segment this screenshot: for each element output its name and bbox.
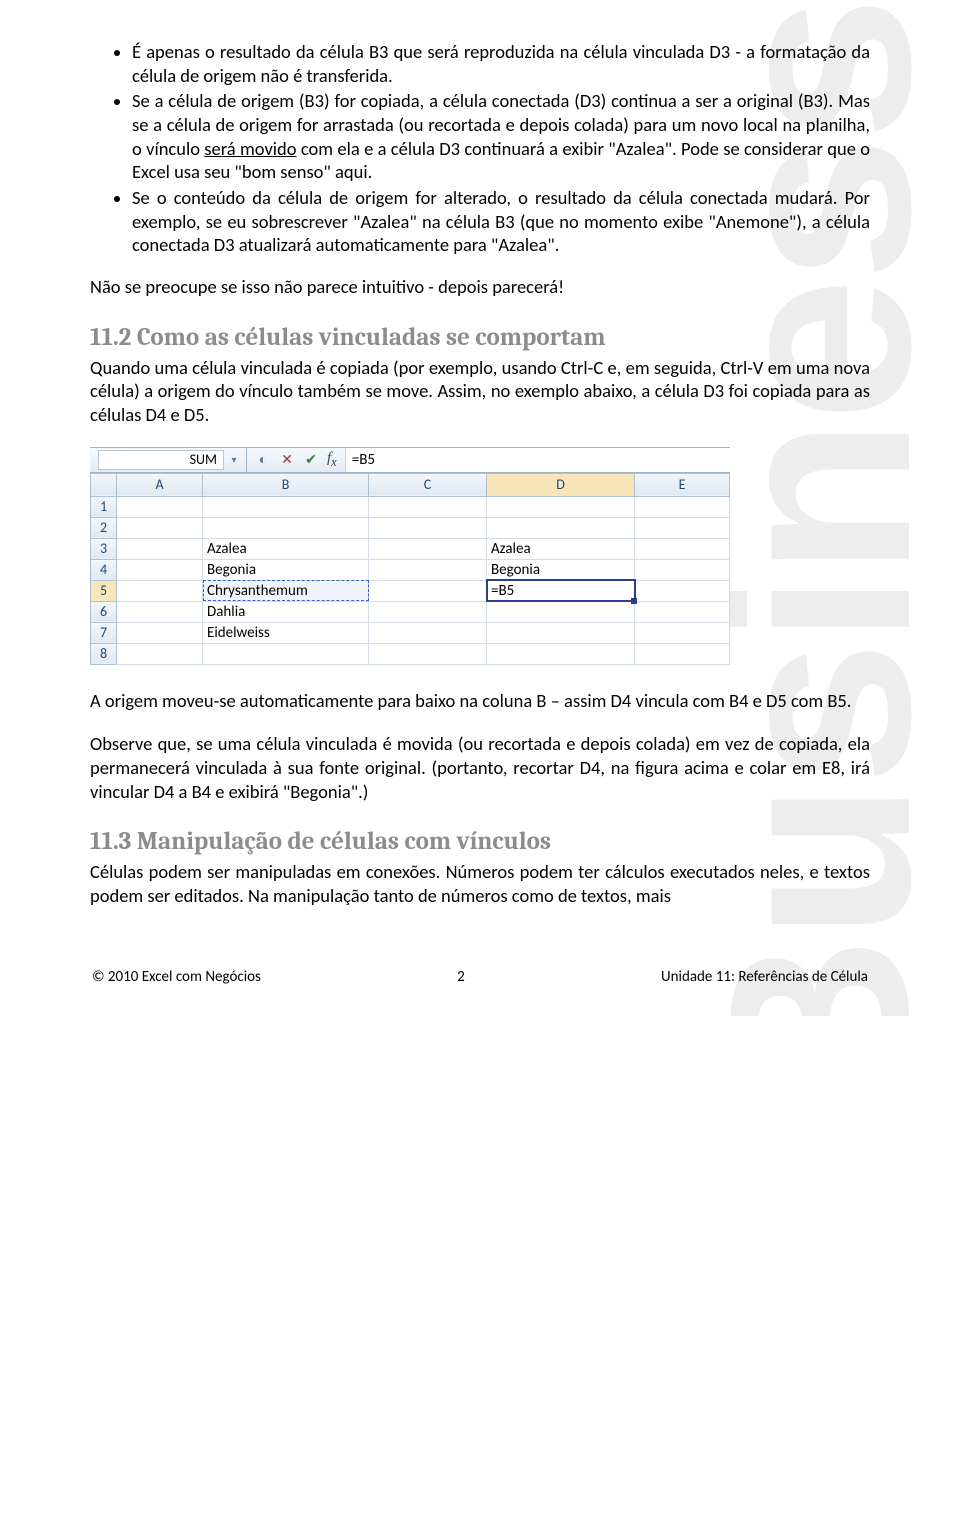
cell[interactable] bbox=[487, 622, 635, 643]
cell[interactable] bbox=[487, 496, 635, 517]
cell[interactable] bbox=[635, 601, 730, 622]
fx-icon[interactable]: fx bbox=[327, 450, 337, 470]
formula-bar[interactable]: =B5 bbox=[345, 448, 730, 472]
row-header[interactable]: 8 bbox=[91, 643, 117, 664]
col-header[interactable]: B bbox=[203, 473, 369, 496]
select-all-corner[interactable] bbox=[91, 473, 117, 496]
bullet-item: Se o conteúdo da célula de origem for al… bbox=[132, 186, 870, 257]
bullet-text: Se o conteúdo da célula de origem for al… bbox=[132, 186, 870, 256]
row-header[interactable]: 3 bbox=[91, 538, 117, 559]
cell[interactable]: Begonia bbox=[487, 559, 635, 580]
cell[interactable] bbox=[369, 517, 487, 538]
page-content: É apenas o resultado da célula B3 que se… bbox=[0, 0, 960, 1016]
cell[interactable] bbox=[487, 643, 635, 664]
col-header[interactable]: A bbox=[117, 473, 203, 496]
col-header[interactable]: C bbox=[369, 473, 487, 496]
bullet-text: É apenas o resultado da célula B3 que se… bbox=[132, 40, 870, 87]
footer-center: 2 bbox=[457, 968, 465, 986]
col-header[interactable]: E bbox=[635, 473, 730, 496]
cell-referenced[interactable]: Chrysanthemum bbox=[203, 580, 369, 601]
cell[interactable] bbox=[635, 517, 730, 538]
cell[interactable] bbox=[117, 580, 203, 601]
cell[interactable] bbox=[369, 496, 487, 517]
row-header[interactable]: 7 bbox=[91, 622, 117, 643]
cell[interactable]: Azalea bbox=[487, 538, 635, 559]
cell[interactable] bbox=[117, 622, 203, 643]
bullet-item: É apenas o resultado da célula B3 que se… bbox=[132, 40, 870, 87]
cell[interactable] bbox=[635, 580, 730, 601]
bullet-list: É apenas o resultado da célula B3 que se… bbox=[90, 40, 870, 257]
cell[interactable] bbox=[635, 496, 730, 517]
page-footer: © 2010 Excel com Negócios 2 Unidade 11: … bbox=[90, 968, 870, 986]
row-header[interactable]: 1 bbox=[91, 496, 117, 517]
bullet-underline: será movido bbox=[204, 137, 296, 160]
paragraph: A origem moveu-se automaticamente para b… bbox=[90, 689, 870, 713]
cell[interactable] bbox=[635, 643, 730, 664]
cell[interactable] bbox=[635, 559, 730, 580]
excel-screenshot: SUM ▾ ◐ ✕ ✔ fx =B5 A B C D E 1 bbox=[90, 447, 730, 665]
cell[interactable] bbox=[487, 517, 635, 538]
cell[interactable]: Eidelweiss bbox=[203, 622, 369, 643]
name-box-dropdown-icon[interactable]: ▾ bbox=[226, 450, 242, 470]
cell[interactable] bbox=[117, 559, 203, 580]
cell[interactable] bbox=[369, 622, 487, 643]
cell[interactable] bbox=[117, 601, 203, 622]
cell[interactable]: Dahlia bbox=[203, 601, 369, 622]
cell[interactable] bbox=[117, 496, 203, 517]
bullet-item: Se a célula de origem (B3) for copiada, … bbox=[132, 89, 870, 184]
footer-left: © 2010 Excel com Negócios bbox=[92, 968, 261, 986]
cell-active[interactable]: =B5 bbox=[487, 580, 635, 601]
paragraph: Não se preocupe se isso não parece intui… bbox=[90, 275, 870, 299]
paragraph: Quando uma célula vinculada é copiada (p… bbox=[90, 356, 870, 427]
cell[interactable] bbox=[203, 643, 369, 664]
enter-icon[interactable]: ✔ bbox=[303, 448, 319, 472]
col-header[interactable]: D bbox=[487, 473, 635, 496]
cell[interactable] bbox=[117, 643, 203, 664]
cell[interactable] bbox=[369, 538, 487, 559]
cell[interactable] bbox=[369, 601, 487, 622]
spreadsheet-grid: A B C D E 1 2 3 Azalea Azalea 4 Begonia Bego… bbox=[90, 473, 730, 665]
cancel-icon[interactable]: ✕ bbox=[279, 448, 295, 472]
paragraph: Observe que, se uma célula vinculada é m… bbox=[90, 732, 870, 803]
cell[interactable] bbox=[635, 538, 730, 559]
cell[interactable] bbox=[487, 601, 635, 622]
fx-dropdown-icon[interactable]: ◐ bbox=[255, 448, 271, 472]
cell[interactable] bbox=[117, 517, 203, 538]
cell[interactable] bbox=[635, 622, 730, 643]
footer-right: Unidade 11: Referências de Célula bbox=[661, 968, 868, 986]
column-header-row: A B C D E bbox=[91, 473, 730, 496]
cell[interactable] bbox=[369, 559, 487, 580]
name-box[interactable]: SUM bbox=[98, 450, 224, 470]
name-box-wrap: SUM ▾ bbox=[90, 448, 247, 472]
cell[interactable] bbox=[369, 580, 487, 601]
excel-header-bar: SUM ▾ ◐ ✕ ✔ fx =B5 bbox=[90, 447, 730, 473]
section-heading-113: 11.3 Manipulação de células com vínculos bbox=[90, 827, 870, 856]
formula-buttons: ◐ ✕ ✔ fx bbox=[247, 448, 345, 472]
paragraph: Células podem ser manipuladas em conexõe… bbox=[90, 860, 870, 907]
cell[interactable] bbox=[369, 643, 487, 664]
cell[interactable] bbox=[203, 496, 369, 517]
row-header[interactable]: 6 bbox=[91, 601, 117, 622]
cell[interactable]: Begonia bbox=[203, 559, 369, 580]
row-header[interactable]: 5 bbox=[91, 580, 117, 601]
cell[interactable] bbox=[203, 517, 369, 538]
row-header[interactable]: 2 bbox=[91, 517, 117, 538]
section-heading-112: 11.2 Como as células vinculadas se compo… bbox=[90, 323, 870, 352]
cell[interactable] bbox=[117, 538, 203, 559]
cell[interactable]: Azalea bbox=[203, 538, 369, 559]
row-header[interactable]: 4 bbox=[91, 559, 117, 580]
